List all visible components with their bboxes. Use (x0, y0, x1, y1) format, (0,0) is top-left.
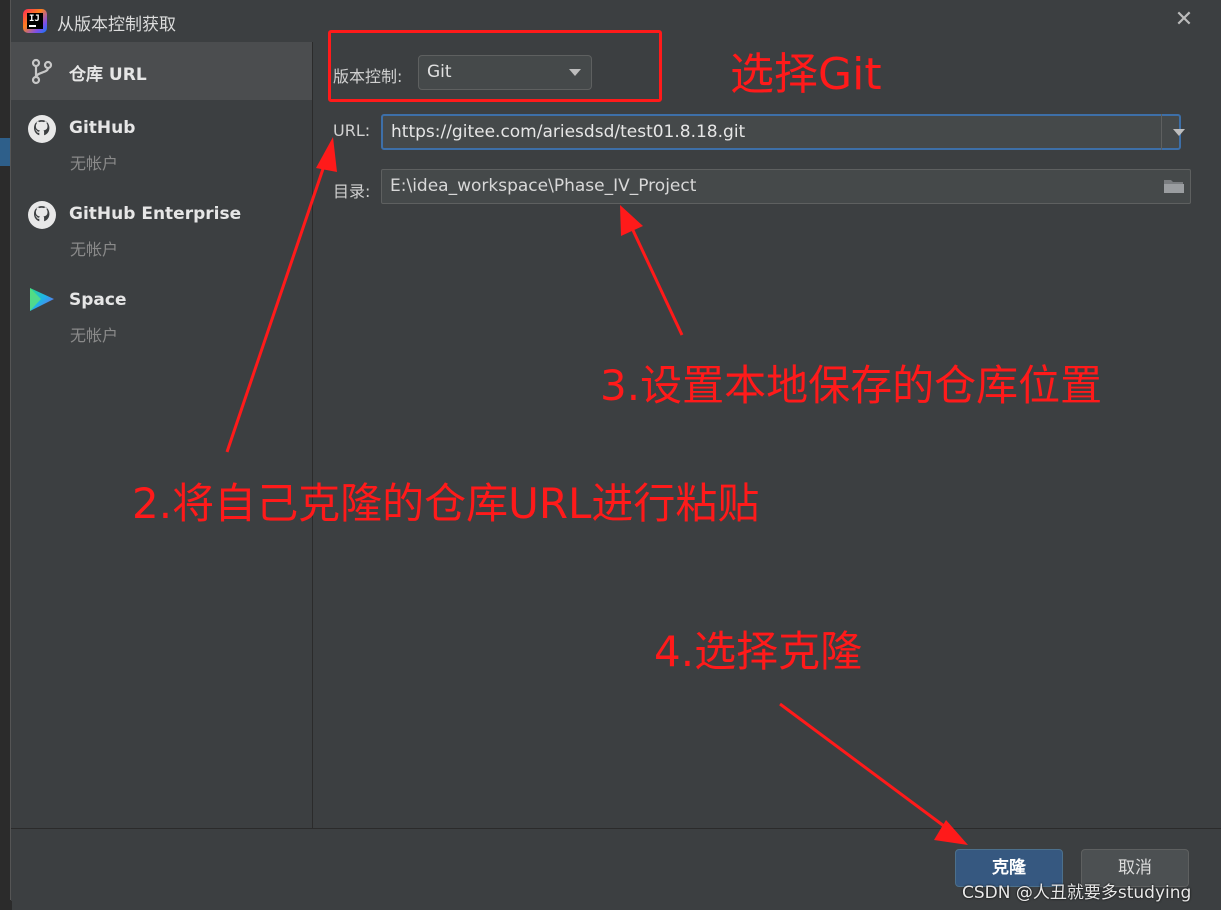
dialog-title: 从版本控制获取 (57, 15, 176, 35)
github-icon (28, 201, 56, 229)
sidebar-item-github[interactable]: GitHub 无帐户 (11, 106, 312, 176)
sidebar-item-account-status: 无帐户 (70, 240, 119, 259)
url-history-dropdown[interactable] (1161, 114, 1196, 150)
url-input[interactable]: https://gitee.com/ariesdsd/test01.8.18.g… (381, 114, 1181, 150)
watermark: CSDN @人丑就要多studying (962, 883, 1192, 903)
screenshot-frame: IJ 从版本控制获取 ✕ 仓库 URL GitHub 无帐户 GitHub En… (0, 0, 1221, 910)
sidebar-item-account-status: 无帐户 (70, 154, 119, 173)
get-from-vcs-dialog: IJ 从版本控制获取 ✕ 仓库 URL GitHub 无帐户 GitHub En… (10, 0, 1221, 901)
sidebar-item-label: GitHub Enterprise (69, 204, 242, 224)
annotation-step4: 4.选择克隆 (654, 627, 863, 676)
vcs-branch-icon (31, 58, 53, 85)
github-icon (28, 115, 56, 143)
sidebar-item-account-status: 无帐户 (70, 326, 119, 345)
annotation-select-git: 选择Git (730, 49, 882, 100)
sidebar-item-space[interactable]: Space 无帐户 (11, 278, 312, 348)
close-icon[interactable]: ✕ (1170, 6, 1198, 34)
annotation-step3: 3.设置本地保存的仓库位置 (600, 361, 1103, 410)
sidebar-item-github-enterprise[interactable]: GitHub Enterprise 无帐户 (11, 192, 312, 262)
vcs-source-sidebar: 仓库 URL GitHub 无帐户 GitHub Enterprise 无帐户 (11, 42, 313, 828)
directory-input[interactable]: E:\idea_workspace\Phase_IV_Project (381, 169, 1191, 204)
sidebar-item-label: 仓库 URL (69, 65, 147, 85)
annotation-highlight-box (328, 30, 662, 102)
sidebar-item-label: Space (69, 290, 127, 310)
intellij-logo-icon: IJ (23, 9, 47, 33)
url-label: URL: (333, 121, 371, 140)
folder-icon[interactable] (1163, 178, 1185, 194)
space-icon (30, 288, 54, 311)
chevron-down-icon (1173, 129, 1185, 136)
directory-label: 目录: (333, 182, 371, 201)
sidebar-item-repository-url[interactable]: 仓库 URL (11, 42, 312, 100)
sidebar-item-label: GitHub (69, 118, 136, 138)
annotation-step2: 2.将自己克隆的仓库URL进行粘贴 (132, 479, 760, 528)
clone-form: 版本控制: Git URL: https://gitee.com/ariesds… (313, 42, 1221, 828)
